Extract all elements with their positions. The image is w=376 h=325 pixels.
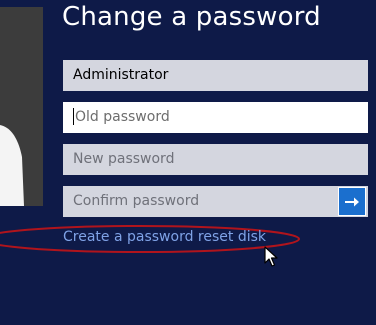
change-password-screen: Change a password Administrator Old pass…: [0, 0, 376, 325]
submit-button[interactable]: [338, 187, 366, 216]
mouse-pointer-icon: [264, 246, 278, 267]
new-password-placeholder: New password: [73, 151, 175, 167]
arrow-right-icon: [345, 197, 359, 206]
user-silhouette-icon: [0, 7, 43, 206]
page-title: Change a password: [62, 2, 321, 32]
text-caret: [73, 107, 74, 125]
username-field: Administrator: [63, 60, 368, 91]
new-password-input[interactable]: New password: [63, 144, 368, 175]
confirm-password-placeholder: Confirm password: [73, 193, 200, 209]
create-reset-disk-link[interactable]: Create a password reset disk: [63, 229, 266, 245]
old-password-placeholder: Old password: [75, 109, 170, 125]
old-password-input[interactable]: Old password: [63, 102, 368, 133]
username-value: Administrator: [73, 67, 169, 83]
user-avatar: [0, 7, 43, 206]
confirm-password-input[interactable]: Confirm password: [63, 186, 337, 217]
